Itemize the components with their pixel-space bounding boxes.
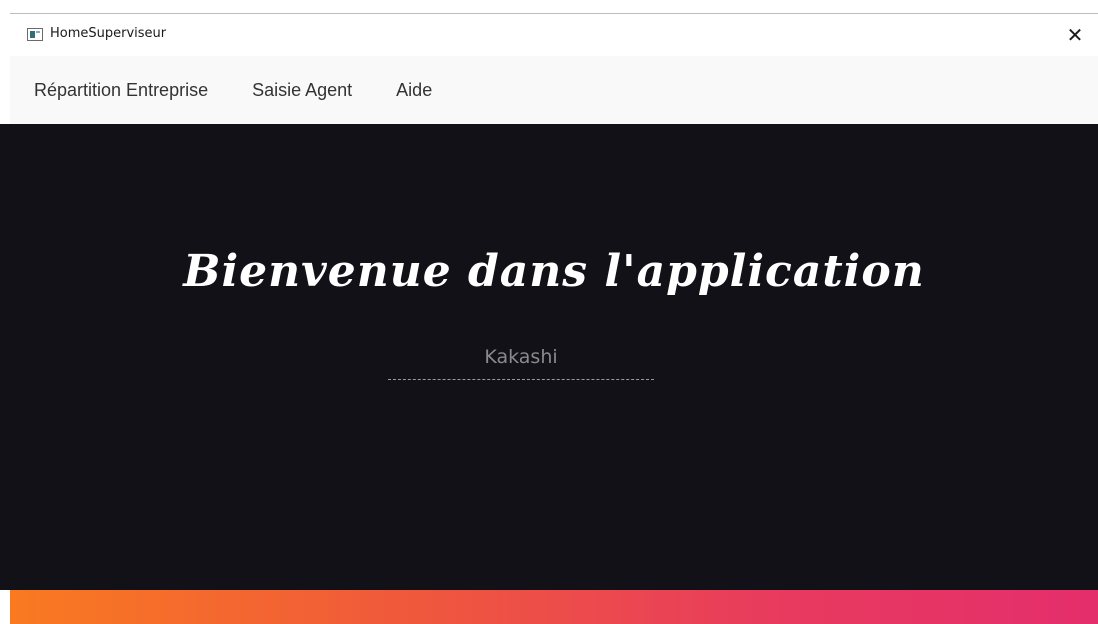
username-field[interactable]: Kakashi: [388, 342, 654, 380]
close-icon[interactable]: ✕: [1052, 14, 1098, 56]
window-title: HomeSuperviseur: [50, 26, 167, 41]
title-bar[interactable]: HomeSuperviseur ✕: [10, 14, 1098, 56]
menu-bar: Répartition Entreprise Saisie Agent Aide: [10, 56, 1098, 124]
left-edge-dark: [0, 124, 10, 590]
menu-item-repartition-entreprise[interactable]: Répartition Entreprise: [34, 80, 208, 101]
menu-item-aide[interactable]: Aide: [396, 80, 432, 101]
menu-item-saisie-agent[interactable]: Saisie Agent: [252, 80, 352, 101]
left-edge-strip: [0, 0, 10, 624]
app-window: HomeSuperviseur ✕ Répartition Entreprise…: [10, 13, 1098, 624]
welcome-heading: Bienvenue dans l'application: [183, 246, 925, 297]
window-app-icon: [27, 28, 43, 41]
main-panel: Bienvenue dans l'application Kakashi: [10, 124, 1098, 590]
footer-gradient-bar: [10, 590, 1098, 624]
